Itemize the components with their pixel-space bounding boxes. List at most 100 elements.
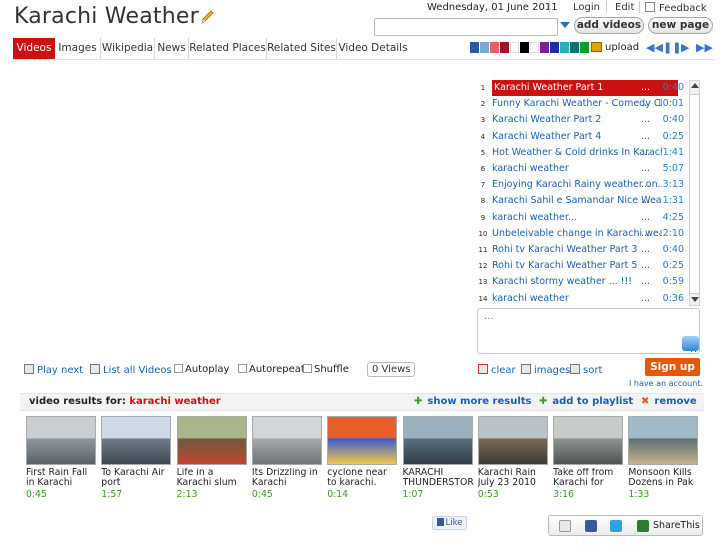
playlist-item[interactable]: 3 Karachi Weather Part 2... 0:40 bbox=[477, 112, 687, 128]
video-thumbnail[interactable] bbox=[26, 416, 96, 465]
playlist-item[interactable]: 1 Karachi Weather Part 1... 0:40 bbox=[477, 80, 687, 96]
video-result-title[interactable]: Life in a Karachi slum bbox=[177, 468, 248, 488]
autoplay-checkbox[interactable]: Autoplay bbox=[174, 364, 229, 375]
playlist-item-title[interactable]: Karachi Weather Part 4 bbox=[492, 129, 662, 145]
playlist-item[interactable]: 8 Karachi Sahil e Samandar Nice Weather..… bbox=[477, 193, 687, 209]
playlist-item-menu-icon[interactable]: ... bbox=[641, 210, 650, 226]
previous-icon[interactable]: ◀◀ bbox=[646, 41, 663, 54]
playlist-item-menu-icon[interactable]: ... bbox=[641, 129, 650, 145]
twitter-icon[interactable] bbox=[610, 520, 622, 532]
playlist-item[interactable]: 14 karachi weather... 0:36 bbox=[477, 291, 687, 307]
playlist-item-menu-icon[interactable]: ... bbox=[641, 145, 650, 161]
playlist-item-title[interactable]: Unbeleivable change in Karachi weather bbox=[492, 226, 662, 242]
playlist-item-menu-icon[interactable]: ... bbox=[641, 96, 650, 112]
playlist-item-menu-icon[interactable]: ... bbox=[641, 177, 650, 193]
tab-images[interactable]: Images bbox=[55, 38, 101, 59]
video-result[interactable]: Karachi Rain July 23 2010 0:53 bbox=[477, 416, 549, 500]
share-icon[interactable] bbox=[637, 520, 649, 532]
add-to-playlist-button[interactable]: ✚ add to playlist bbox=[539, 396, 633, 407]
add-videos-button[interactable]: add videos bbox=[574, 17, 644, 34]
pencil-icon[interactable] bbox=[200, 9, 214, 25]
playlist-item-title[interactable]: Rohi tv Karachi Weather Part 3 bbox=[492, 242, 662, 258]
video-thumbnail[interactable] bbox=[176, 416, 247, 465]
playlist-item[interactable]: 5 Hot Weather & Cold drinks In Karachi...… bbox=[477, 145, 687, 161]
tab-wikipedia[interactable]: Wikipedia bbox=[101, 38, 155, 59]
play-next-button[interactable]: Play next bbox=[24, 364, 83, 376]
playlist-item-title[interactable]: Rohi tv Karachi Weather Part 5 bbox=[492, 258, 662, 274]
color-swatch[interactable] bbox=[510, 42, 519, 53]
facebook-icon[interactable] bbox=[585, 520, 597, 532]
remove-button[interactable]: ✖ remove bbox=[641, 396, 697, 407]
video-result-title[interactable]: Karachi Rain July 23 2010 bbox=[478, 468, 549, 488]
playlist-item-menu-icon[interactable]: ... bbox=[641, 161, 650, 177]
list-all-videos-button[interactable]: List all Videos bbox=[90, 364, 172, 376]
color-swatch[interactable] bbox=[480, 42, 489, 53]
color-swatch[interactable] bbox=[470, 42, 479, 53]
playlist-item-menu-icon[interactable]: ... bbox=[641, 80, 650, 96]
pause-icon[interactable]: ❚❚ bbox=[663, 41, 681, 54]
color-swatch[interactable] bbox=[530, 42, 539, 53]
tab-related-places[interactable]: Related Places bbox=[189, 38, 267, 59]
video-result[interactable]: Take off from Karachi for 3:16 bbox=[553, 416, 624, 500]
next-icon[interactable]: ▶▶ bbox=[696, 41, 713, 54]
play-icon[interactable]: ▶ bbox=[681, 41, 689, 54]
feedback-link[interactable]: Feedback bbox=[645, 2, 707, 14]
post-comment-icon[interactable] bbox=[682, 336, 699, 351]
autorepeat-checkbox[interactable]: Autorepeat bbox=[238, 364, 305, 375]
video-player[interactable] bbox=[14, 72, 464, 358]
playlist-item-title[interactable]: Karachi Weather Part 2 bbox=[492, 112, 662, 128]
video-result[interactable]: First Rain Fall in Karachi 0:45 bbox=[26, 416, 97, 500]
playlist-item[interactable]: 4 Karachi Weather Part 4... 0:25 bbox=[477, 129, 687, 145]
playlist-item[interactable]: 12 Rohi tv Karachi Weather Part 5... 0:25 bbox=[477, 258, 687, 274]
playlist-item-menu-icon[interactable]: ... bbox=[641, 291, 650, 307]
new-page-button[interactable]: new page bbox=[648, 17, 713, 34]
video-thumbnail[interactable] bbox=[402, 416, 473, 465]
video-result-title[interactable]: Its Drizzling in Karachi bbox=[252, 468, 323, 488]
upload-icon[interactable] bbox=[591, 42, 602, 52]
color-swatch[interactable] bbox=[560, 42, 569, 53]
playlist-item-title[interactable]: karachi weather bbox=[492, 161, 662, 177]
comment-box[interactable] bbox=[477, 308, 700, 354]
playlist-item-menu-icon[interactable]: ... bbox=[641, 226, 650, 242]
video-result-title[interactable]: cyclone near to karachi. bbox=[327, 468, 398, 488]
playlist-item-title[interactable]: Funny Karachi Weather - Comedy Clip bbox=[492, 96, 662, 112]
facebook-like-button[interactable]: Like bbox=[432, 516, 467, 530]
have-account-link[interactable]: I have an account. bbox=[629, 379, 703, 388]
tab-videos[interactable]: Videos bbox=[13, 38, 55, 59]
color-swatch[interactable] bbox=[540, 42, 549, 53]
playlist-item-title[interactable]: karachi weather bbox=[492, 291, 662, 307]
video-thumbnail[interactable] bbox=[553, 416, 624, 465]
video-result-title[interactable]: Take off from Karachi for bbox=[553, 468, 624, 488]
playlist-item-title[interactable]: Karachi Weather Part 1 bbox=[492, 80, 678, 96]
clear-button[interactable]: clear bbox=[478, 364, 516, 376]
sign-up-button[interactable]: Sign up bbox=[645, 358, 700, 376]
playlist-item[interactable]: 10 Unbeleivable change in Karachi weather… bbox=[477, 226, 687, 242]
video-thumbnail[interactable] bbox=[327, 416, 398, 465]
video-result-title[interactable]: KARACHI THUNDERSTORM 23 bbox=[403, 468, 474, 488]
video-result[interactable]: cyclone near to karachi. 0:14 bbox=[327, 416, 398, 500]
video-result[interactable]: To Karachi Air port 1:57 bbox=[101, 416, 172, 500]
edit-link[interactable]: Edit bbox=[615, 2, 634, 13]
color-swatch[interactable] bbox=[570, 42, 579, 53]
color-swatch[interactable] bbox=[580, 42, 589, 53]
playlist-item-title[interactable]: Karachi stormy weather ... !!! bbox=[492, 274, 662, 290]
video-result[interactable]: KARACHI THUNDERSTORM 231:07 bbox=[402, 416, 474, 500]
search-input[interactable] bbox=[374, 18, 558, 36]
upload-link[interactable]: upload bbox=[605, 42, 639, 53]
playlist-item-menu-icon[interactable]: ... bbox=[641, 112, 650, 128]
playlist-item[interactable]: 7 Enjoying Karachi Rainy weather on......… bbox=[477, 177, 687, 193]
playlist-item-title[interactable]: karachi weather... bbox=[492, 210, 662, 226]
tab-news[interactable]: News bbox=[155, 38, 189, 59]
tab-related-sites[interactable]: Related Sites bbox=[267, 38, 337, 59]
playlist-item[interactable]: 6 karachi weather... 5:07 bbox=[477, 161, 687, 177]
playlist-item-title[interactable]: Enjoying Karachi Rainy weather on... bbox=[492, 177, 662, 193]
video-result[interactable]: Life in a Karachi slum 2:13 bbox=[176, 416, 248, 500]
search-dropdown-icon[interactable] bbox=[560, 22, 570, 28]
video-thumbnail[interactable] bbox=[477, 416, 548, 465]
video-thumbnail[interactable] bbox=[628, 416, 699, 465]
video-result[interactable]: Its Drizzling in Karachi 0:45 bbox=[251, 416, 323, 500]
video-result-title[interactable]: First Rain Fall in Karachi bbox=[26, 468, 97, 488]
playlist-item-menu-icon[interactable]: ... bbox=[641, 258, 650, 274]
color-swatch[interactable] bbox=[490, 42, 499, 53]
color-swatch[interactable] bbox=[500, 42, 509, 53]
